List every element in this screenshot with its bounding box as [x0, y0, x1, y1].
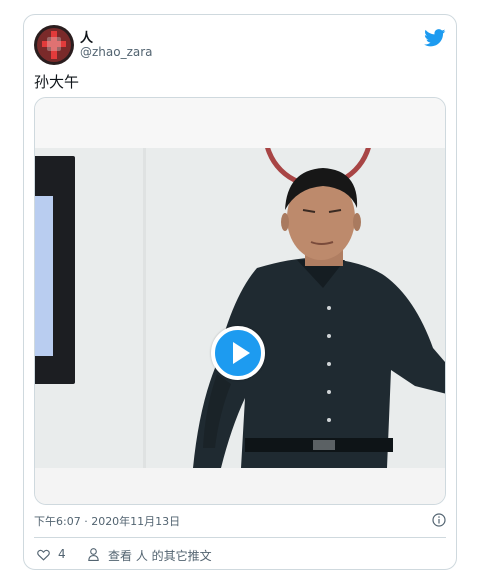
user-handle[interactable]: @zhao_zara: [80, 45, 153, 59]
heart-icon[interactable]: [37, 549, 50, 561]
avatar[interactable]: [34, 25, 74, 65]
more-tweets-link[interactable]: 查看 人 的其它推文: [108, 547, 212, 564]
tweet-actions: 4 查看 人 的其它推文: [34, 547, 446, 565]
tweet-meta: 下午6:07 · 2020年11月13日: [34, 513, 446, 531]
tweet-timestamp[interactable]: 下午6:07 · 2020年11月13日: [34, 513, 180, 529]
divider: [34, 537, 446, 538]
video-top-bar: [35, 98, 445, 148]
play-icon: [233, 342, 250, 364]
tweet-header: 人 @zhao_zara: [34, 25, 446, 65]
play-button[interactable]: [211, 326, 265, 380]
like-count[interactable]: 4: [58, 547, 66, 561]
tweet-card[interactable]: 人 @zhao_zara 孙大午 下午6:07 · 2020年11月13日 4 …: [23, 14, 457, 570]
video-subject: [143, 148, 445, 468]
info-icon[interactable]: [432, 513, 446, 527]
twitter-bird-icon[interactable]: [424, 29, 446, 47]
video-player[interactable]: [34, 97, 446, 505]
display-name[interactable]: 人: [80, 27, 93, 46]
person-icon: [88, 548, 99, 561]
tweet-text: 孙大午: [34, 73, 80, 91]
video-frame: [35, 148, 445, 468]
video-bottom-bar: [35, 468, 445, 504]
